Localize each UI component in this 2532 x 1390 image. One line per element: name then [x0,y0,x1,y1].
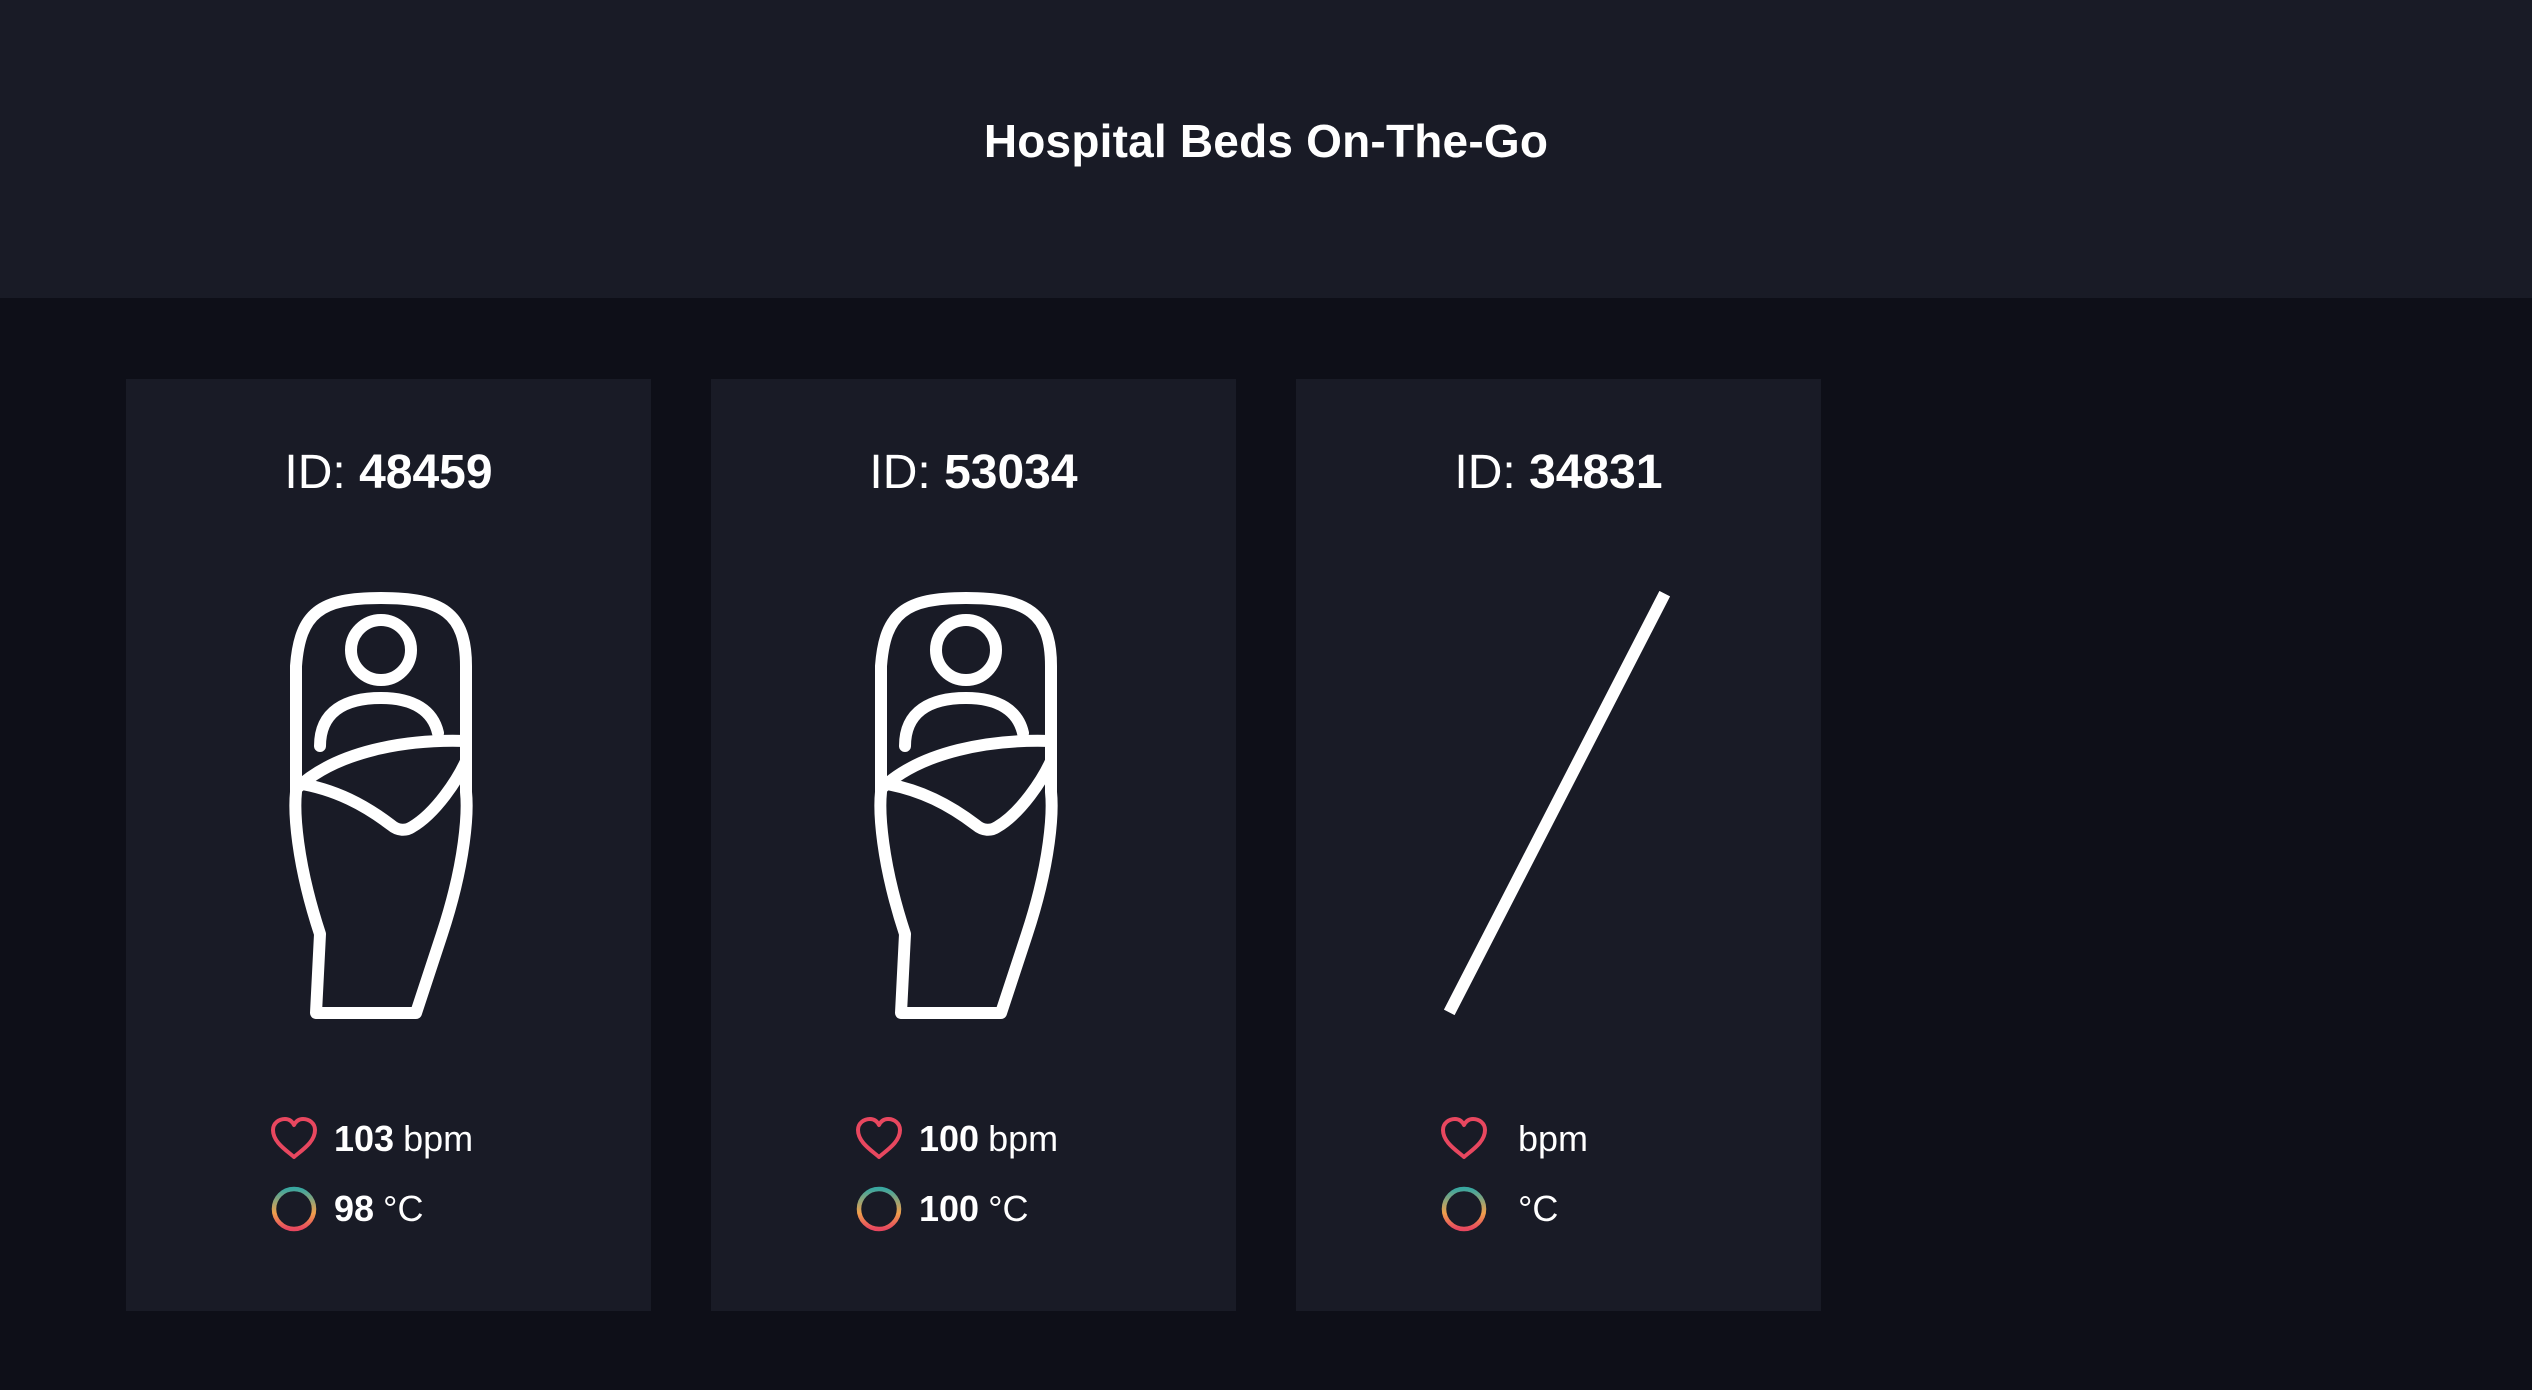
bed-id-value: 48459 [359,446,493,499]
heart-rate-unit: bpm [1518,1118,1589,1159]
temperature-ring-icon [1438,1183,1490,1235]
bed-card[interactable]: ID: 53034 100 bpm 100 °C [711,379,1236,1311]
temperature-ring-icon [268,1183,320,1235]
temperature-row: 100 °C [853,1174,1058,1244]
vitals: 103 bpm 98 °C [268,1104,473,1244]
temperature-ring-icon [853,1183,905,1235]
bed-id-label: ID: [284,446,346,499]
temperature-row: °C [1438,1174,1588,1244]
temperature-unit: °C [1518,1188,1559,1229]
bed-id: ID: 53034 [711,449,1236,497]
heart-rate-value: 100 [919,1118,980,1159]
bed-card[interactable]: ID: 48459 103 bpm 98 °C [126,379,651,1311]
bed-id-value: 53034 [944,446,1078,499]
bed-id-value: 34831 [1529,446,1663,499]
heart-rate-row: 100 bpm [853,1104,1058,1174]
temperature-unit: °C [383,1188,424,1229]
bed-card[interactable]: ID: 34831 bpm °C [1296,379,1821,1311]
heart-icon [268,1113,320,1165]
heart-rate-unit: bpm [988,1118,1059,1159]
page-title: Hospital Beds On-The-Go [983,115,1549,167]
empty-slash-icon [1443,591,1671,1016]
temperature-value: 100 [919,1188,980,1229]
heart-rate-value: 103 [334,1118,395,1159]
heart-rate-row: bpm [1438,1104,1588,1174]
vitals: 100 bpm 100 °C [853,1104,1058,1244]
heart-icon [1438,1113,1490,1165]
vitals: bpm °C [1438,1104,1588,1244]
bed-card-list: ID: 48459 103 bpm 98 °C ID: 53034 100 bp… [126,379,1821,1311]
heart-rate-row: 103 bpm [268,1104,473,1174]
temperature-value: 98 [334,1188,375,1229]
bed-id-label: ID: [1454,446,1516,499]
heart-rate-unit: bpm [403,1118,474,1159]
app-header: Hospital Beds On-The-Go [0,0,2532,298]
patient-in-bed-icon [289,592,473,1019]
bed-id: ID: 34831 [1296,449,1821,497]
temperature-unit: °C [988,1188,1029,1229]
temperature-row: 98 °C [268,1174,473,1244]
heart-icon [853,1113,905,1165]
bed-id: ID: 48459 [126,449,651,497]
patient-in-bed-icon [874,592,1058,1019]
bed-id-label: ID: [869,446,931,499]
